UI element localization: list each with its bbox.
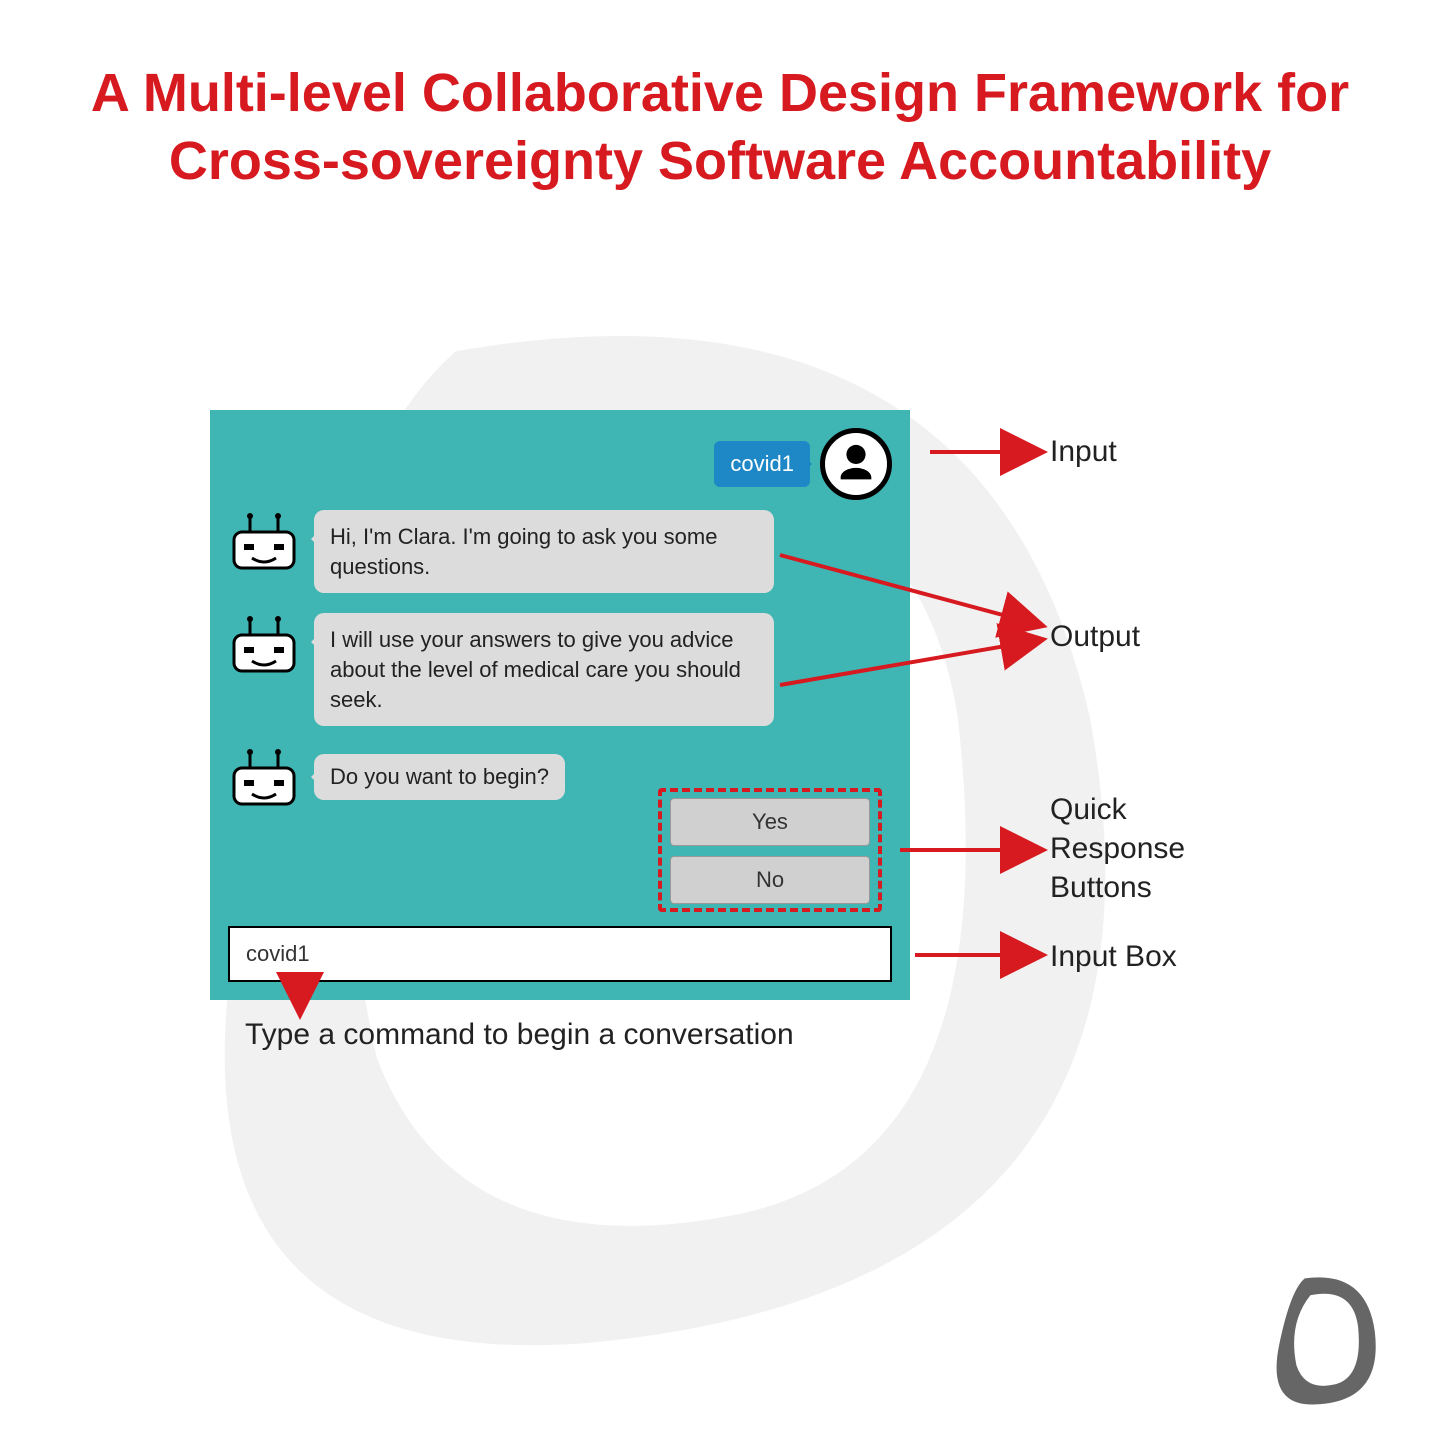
chat-input-value: covid1 <box>246 941 310 967</box>
user-message-row: covid1 <box>714 428 892 500</box>
quick-response-group: Yes No <box>670 798 870 904</box>
bot-message-bubble: Do you want to begin? <box>314 754 565 800</box>
bot-message-bubble: Hi, I'm Clara. I'm going to ask you some… <box>314 510 774 593</box>
bot-message-bubble: I will use your answers to give you advi… <box>314 613 774 726</box>
annotation-quick-response: Quick Response Buttons <box>1050 790 1185 907</box>
quick-response-yes-button[interactable]: Yes <box>670 798 870 846</box>
annotation-caption: Type a command to begin a conversation <box>245 1018 794 1052</box>
chat-input-box[interactable]: covid1 <box>228 926 892 982</box>
bot-message-row: I will use your answers to give you advi… <box>228 613 892 726</box>
annotation-output: Output <box>1050 620 1140 654</box>
chat-window: covid1 Hi, I'm Clara. I'm going to ask y… <box>210 410 910 1000</box>
annotation-input: Input <box>1050 435 1117 469</box>
page-title: A Multi-level Collaborative Design Frame… <box>80 60 1360 195</box>
bot-icon <box>228 613 300 675</box>
bot-message-row: Hi, I'm Clara. I'm going to ask you some… <box>228 510 892 593</box>
user-avatar-icon <box>820 428 892 500</box>
bot-icon <box>228 510 300 572</box>
user-message-bubble: covid1 <box>714 441 810 487</box>
quick-response-no-button[interactable]: No <box>670 856 870 904</box>
watermark-small-icon <box>1260 1270 1400 1410</box>
bot-icon <box>228 746 300 808</box>
annotation-input-box: Input Box <box>1050 940 1177 974</box>
